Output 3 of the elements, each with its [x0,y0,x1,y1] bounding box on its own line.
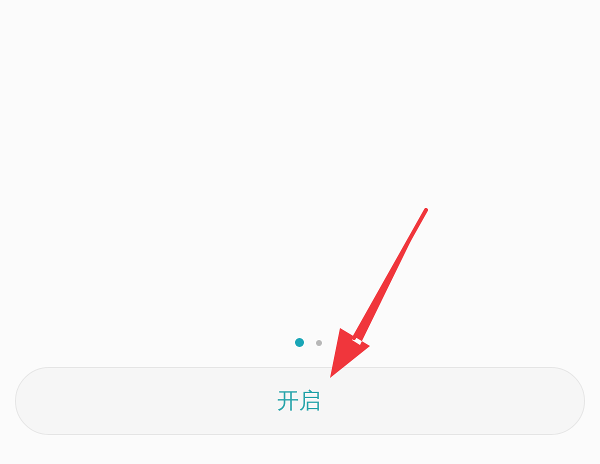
page-dot[interactable] [316,340,322,346]
enable-button[interactable]: 开启 [15,367,585,435]
page-dot[interactable] [294,338,304,347]
